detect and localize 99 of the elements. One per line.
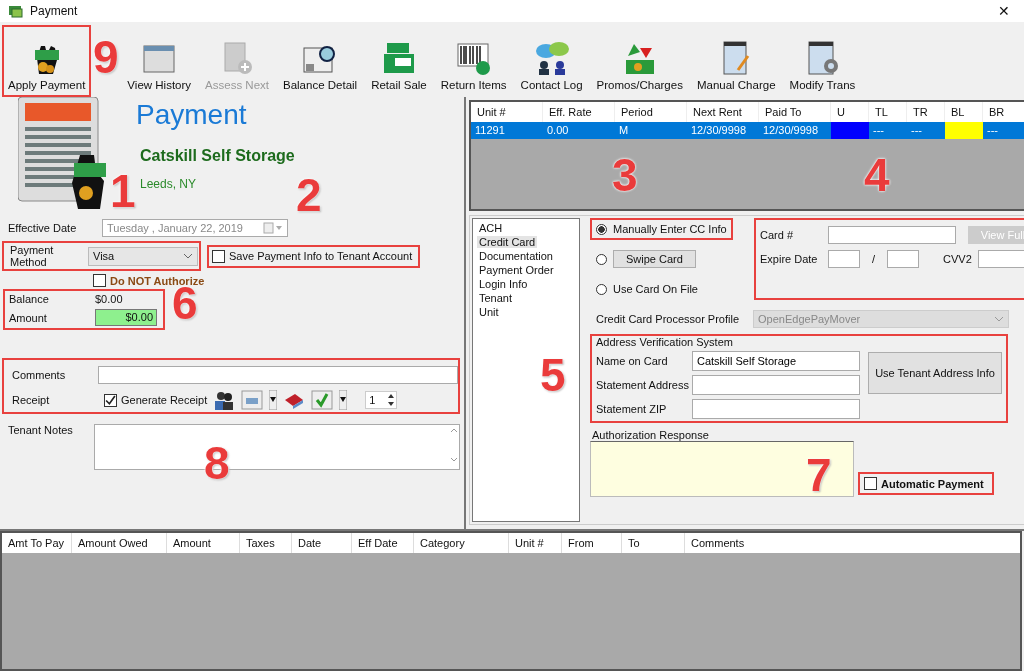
- toolbar-button[interactable]: Modify Trans: [783, 25, 862, 97]
- column-header[interactable]: Amount Owed: [72, 533, 167, 553]
- use-tenant-address-button[interactable]: Use Tenant Address Info: [868, 352, 1002, 394]
- people-icon[interactable]: [213, 390, 236, 410]
- column-header[interactable]: Taxes: [240, 533, 292, 553]
- field-label: Effective Date: [7, 222, 78, 234]
- callout-number: 1: [110, 168, 136, 214]
- chat-people-icon: [533, 40, 570, 76]
- field-label: Payment Method: [9, 244, 55, 268]
- column-header[interactable]: Amt To Pay: [2, 533, 72, 553]
- company-name: Catskill Self Storage: [140, 147, 295, 165]
- comments-field[interactable]: [98, 366, 458, 384]
- radio-button[interactable]: [596, 283, 607, 295]
- card-number-field[interactable]: [828, 226, 956, 244]
- callout-number: 3: [612, 152, 638, 198]
- location-text: Leeds, NY: [140, 177, 198, 191]
- callout-number: 4: [864, 152, 890, 198]
- field-label: Credit Card Processor Profile: [596, 313, 740, 325]
- field-label: Authorization Response: [591, 429, 710, 441]
- list-item[interactable]: Credit Card: [477, 236, 538, 248]
- table-cell-text: 0.00: [546, 123, 570, 138]
- table-cell-text: 12/30/9998: [762, 123, 820, 138]
- field-label: Expire Date: [760, 253, 819, 265]
- callout-number: 8: [204, 440, 230, 486]
- field-label: Tenant Notes: [7, 424, 74, 436]
- toolbar-button[interactable]: Return Items: [434, 25, 513, 97]
- field-label: Statement Address: [596, 379, 690, 391]
- unit-row[interactable]: 11291 0.00 M 12/30/9998 12/30/9998 --- --- ---: [471, 122, 1024, 139]
- toolbar-button[interactable]: Promos/Charges: [590, 25, 689, 97]
- toolbar-button[interactable]: Manual Charge: [690, 25, 782, 97]
- text-field[interactable]: [692, 399, 860, 419]
- radio-button[interactable]: [596, 253, 607, 265]
- field-label: Statement ZIP: [596, 403, 668, 415]
- list-item[interactable]: Tenant: [477, 292, 515, 304]
- text-field[interactable]: [692, 375, 860, 395]
- dropdown-arrow-icon[interactable]: [269, 390, 278, 410]
- field-label: CVV2: [943, 253, 972, 265]
- column-header[interactable]: Category: [414, 533, 509, 553]
- column-header[interactable]: Eff Date: [352, 533, 414, 553]
- callout-number: 9: [93, 34, 119, 80]
- table-cell-text: ---: [872, 123, 885, 138]
- radio-button[interactable]: [596, 223, 607, 235]
- page-title: Payment: [136, 99, 248, 131]
- field-label: Amount: [9, 311, 48, 324]
- dropdown-arrow-icon[interactable]: [339, 390, 348, 410]
- field-label: Name on Card: [596, 355, 669, 367]
- toolbar-button[interactable]: Retail Sale: [365, 25, 433, 97]
- column-header[interactable]: Unit #: [509, 533, 562, 553]
- close-button[interactable]: ✕: [992, 3, 1016, 19]
- callout-number: 7: [806, 452, 832, 498]
- field-label: Balance: [9, 293, 50, 305]
- do-not-authorize-checkbox[interactable]: Do NOT Authorize: [93, 274, 205, 287]
- table-cell-text: 11291: [474, 123, 506, 138]
- radio-label[interactable]: Manually Enter CC Info: [613, 223, 727, 235]
- expire-year-field[interactable]: [887, 250, 920, 268]
- column-header[interactable]: Comments: [685, 533, 1024, 553]
- radio-label[interactable]: Use Card On File: [613, 283, 698, 295]
- barcode-icon: [455, 40, 492, 76]
- table-cell-text: 12/30/9998: [690, 123, 748, 138]
- swipe-card-button[interactable]: Swipe Card: [613, 250, 696, 268]
- callout-number: 5: [540, 352, 566, 398]
- list-item[interactable]: ACH: [477, 222, 505, 234]
- table-cell-text: ---: [910, 123, 923, 138]
- toolbar-button[interactable]: Balance Detail: [277, 25, 364, 97]
- field-label: Comments: [11, 369, 67, 381]
- app-icon: [8, 3, 24, 19]
- table-cell-text: ---: [986, 123, 999, 138]
- list-item[interactable]: Documentation: [477, 250, 555, 262]
- save-info-checkbox[interactable]: Save Payment Info to Tenant Account: [207, 244, 421, 268]
- column-header[interactable]: From: [562, 533, 622, 553]
- table-cell-text: M: [618, 123, 630, 138]
- separator-text: /: [871, 253, 877, 265]
- payment-method-dropdown[interactable]: Visa: [88, 246, 198, 266]
- copies-spinner[interactable]: 1: [365, 391, 398, 409]
- window-title: Payment: [30, 4, 78, 18]
- column-header[interactable]: To: [622, 533, 685, 553]
- column-header[interactable]: Date: [292, 533, 352, 553]
- printer-icon[interactable]: [241, 390, 264, 410]
- checkmark-icon: [105, 394, 116, 406]
- field-label: Receipt: [11, 394, 51, 406]
- automatic-payment-checkbox[interactable]: Automatic Payment: [858, 472, 994, 495]
- list-item[interactable]: Unit: [477, 306, 501, 318]
- checkmark-icon[interactable]: [311, 390, 334, 410]
- cvv-field[interactable]: [977, 250, 1024, 268]
- list-item[interactable]: Payment Order: [477, 264, 556, 276]
- callout-number: 2: [296, 172, 322, 218]
- chevron-down-icon[interactable]: [183, 253, 193, 259]
- list-item[interactable]: Login Info: [477, 278, 530, 290]
- toolbar-button[interactable]: Contact Log: [514, 25, 589, 97]
- column-header[interactable]: Amount: [167, 533, 240, 553]
- toolbar-button[interactable]: View History: [121, 25, 198, 97]
- amount-field[interactable]: $0.00: [95, 309, 157, 326]
- group-title: Address Verification System: [596, 336, 734, 348]
- invoice-hand-icon: [18, 97, 108, 209]
- balance-value: $0.00: [95, 293, 123, 305]
- field-label: Card #: [760, 229, 795, 241]
- expire-month-field[interactable]: [828, 250, 860, 268]
- text-field[interactable]: Catskill Self Storage: [692, 351, 860, 371]
- generate-receipt-checkbox[interactable]: Generate Receipt: [104, 393, 208, 407]
